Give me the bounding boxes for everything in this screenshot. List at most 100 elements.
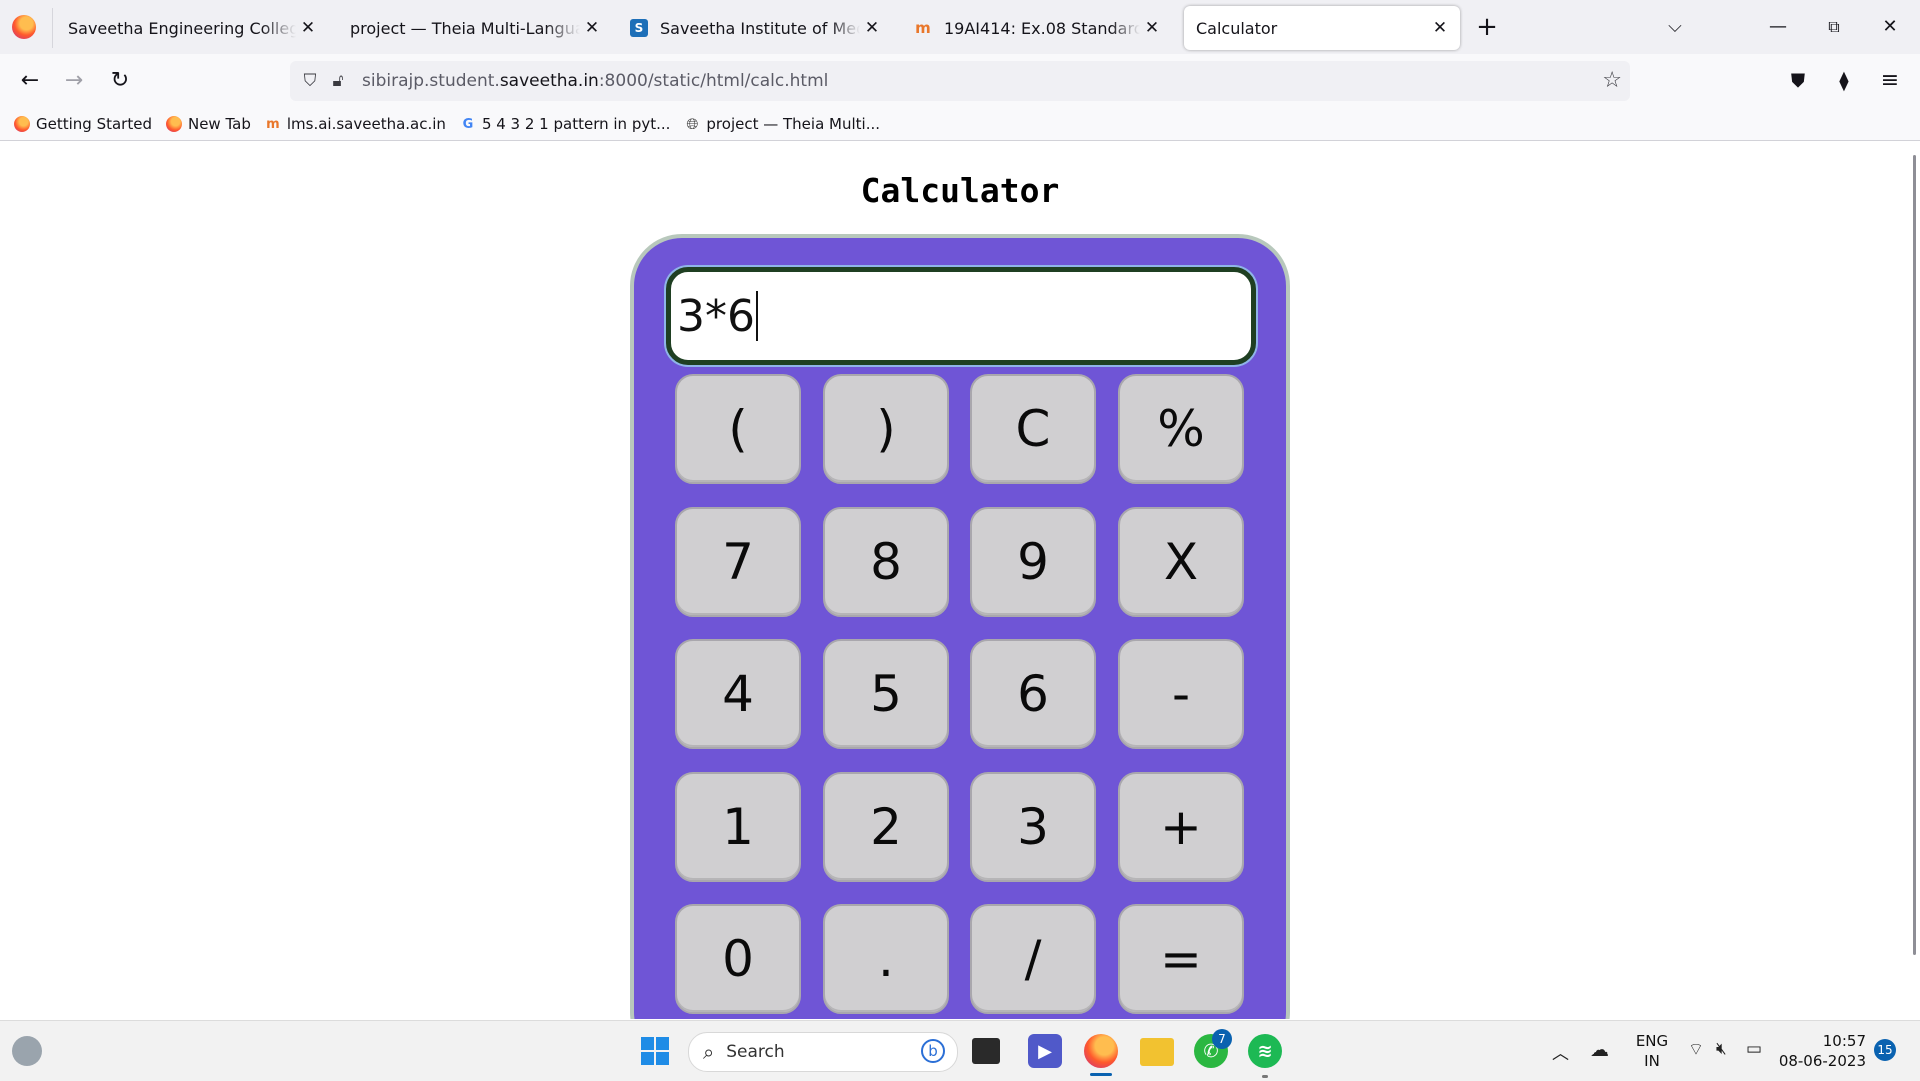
key-close-paren-button[interactable]: ) <box>823 374 949 484</box>
bookmark-label: Getting Started <box>36 115 152 133</box>
url-suffix: :8000/static/html/calc.html <box>598 71 829 91</box>
key-digit-0-button[interactable]: 0 <box>675 904 801 1014</box>
tab-title: Calculator <box>1196 18 1278 38</box>
spotify-icon[interactable]: ≋ <box>1248 1034 1282 1068</box>
key-open-paren-button[interactable]: ( <box>675 374 801 484</box>
page-content: Calculator 3*6 () C% 7 8 9 X 4 5 6- 1 2 3 +0. / = <box>0 141 1920 1019</box>
language-indicator[interactable]: ENG IN <box>1630 1031 1674 1071</box>
key-decimal-button[interactable]: . <box>823 904 949 1014</box>
key-multiply-button[interactable]: X <box>1118 507 1244 617</box>
tab-ex08-calculator[interactable]: m 19AI414: Ex.08 Standard Calcula ✕ <box>898 6 1170 50</box>
tab-calculator-active[interactable]: Calculator ✕ <box>1184 6 1460 50</box>
back-arrow-icon[interactable]: ← <box>14 65 46 97</box>
firefox-taskbar-icon[interactable] <box>1084 1034 1118 1068</box>
bookmark-label: 5 4 3 2 1 pattern in pyt... <box>481 115 671 133</box>
url-prefix: sibirajp.student. <box>362 71 500 91</box>
tab-saveetha-medical[interactable]: S Saveetha Institute of Medical A ✕ <box>618 6 890 50</box>
key-clear-button[interactable]: C <box>970 374 1096 484</box>
close-icon[interactable]: ✕ <box>1140 16 1164 40</box>
close-icon[interactable]: ✕ <box>580 16 604 40</box>
close-icon[interactable]: ✕ <box>1428 16 1452 40</box>
navigation-toolbar: ← → ↻ ⛉ 🔓︎ sibirajp.student.saveetha.in:… <box>0 54 1920 108</box>
scrollbar[interactable] <box>1913 155 1916 955</box>
key-percent-button[interactable]: % <box>1118 374 1244 484</box>
taskbar-search-box[interactable]: ⌕ Search b <box>688 1032 958 1072</box>
tab-title: Saveetha Institute of Medical A <box>660 18 860 38</box>
page-title: Calculator <box>860 171 1060 210</box>
key-digit-9-button[interactable]: 9 <box>970 507 1096 617</box>
weather-widget-icon[interactable] <box>12 1036 42 1066</box>
window-close-icon[interactable]: ✕ <box>1870 10 1910 44</box>
pocket-icon[interactable]: ⛊ <box>1782 65 1814 97</box>
hamburger-menu-icon[interactable]: ≡ <box>1874 65 1906 97</box>
moodle-icon: m <box>266 116 280 132</box>
battery-icon[interactable]: ▭ <box>1746 1039 1762 1059</box>
url-host: saveetha.in <box>499 71 599 91</box>
bookmark-star-icon[interactable]: ☆ <box>1602 69 1622 93</box>
bookmark-label: New Tab <box>187 115 251 133</box>
firefox-menu-icon[interactable] <box>12 15 36 39</box>
key-digit-7-button[interactable]: 7 <box>675 507 801 617</box>
volume-muted-icon[interactable]: 🔇︎ <box>1716 1039 1727 1059</box>
file-explorer-icon[interactable] <box>1140 1038 1174 1066</box>
bookmark-google-pattern[interactable]: G 5 4 3 2 1 pattern in pyt... <box>460 115 671 133</box>
close-icon[interactable]: ✕ <box>860 16 884 40</box>
clock-date: 08-06-2023 <box>1778 1052 1866 1070</box>
system-clock[interactable]: 10:57 08-06-2023 <box>1774 1031 1866 1071</box>
key-digit-5-button[interactable]: 5 <box>823 639 949 749</box>
key-digit-8-button[interactable]: 8 <box>823 507 949 617</box>
tab-saveetha-engineering[interactable]: Saveetha Engineering College ✕ <box>54 6 326 50</box>
search-label: Search <box>726 1042 785 1062</box>
task-view-icon[interactable] <box>972 1038 1000 1064</box>
google-icon: G <box>462 116 474 132</box>
tab-separator <box>52 8 53 48</box>
search-icon: ⌕ <box>703 1040 715 1064</box>
reload-icon[interactable]: ↻ <box>104 65 136 97</box>
bookmark-label: project — Theia Multi... <box>706 115 880 133</box>
key-divide-button[interactable]: / <box>970 904 1096 1014</box>
notification-badge[interactable]: 15 <box>1874 1039 1896 1061</box>
restore-icon[interactable]: ⧉ <box>1814 10 1854 44</box>
key-digit-1-button[interactable]: 1 <box>675 772 801 882</box>
teams-chat-icon[interactable]: ▶ <box>1028 1034 1062 1068</box>
key-digit-4-button[interactable]: 4 <box>675 639 801 749</box>
key-digit-3-button[interactable]: 3 <box>970 772 1096 882</box>
minimize-icon[interactable]: — <box>1758 10 1798 44</box>
wifi-icon[interactable]: ⌔ <box>1688 1039 1704 1060</box>
chevron-down-icon[interactable]: ⌵ <box>1660 12 1690 42</box>
url-text[interactable]: sibirajp.student.saveetha.in:8000/static… <box>362 71 828 91</box>
key-digit-6-button[interactable]: 6 <box>970 639 1096 749</box>
new-tab-plus-icon[interactable]: + <box>1472 13 1502 43</box>
bing-icon: b <box>921 1039 945 1063</box>
bookmark-getting-started[interactable]: Getting Started <box>14 115 152 133</box>
key-plus-button[interactable]: + <box>1118 772 1244 882</box>
shield-icon[interactable]: ⛉ <box>298 69 322 93</box>
region-code: IN <box>1644 1052 1660 1070</box>
moodle-icon: m <box>915 19 931 37</box>
extensions-icon[interactable]: ⧫ <box>1828 65 1860 97</box>
whatsapp-badge: 7 <box>1212 1029 1232 1049</box>
tab-title: 19AI414: Ex.08 Standard Calcula <box>944 18 1140 38</box>
insecure-lock-icon[interactable]: 🔓︎ <box>326 69 350 93</box>
key-digit-2-button[interactable]: 2 <box>823 772 949 882</box>
firefox-icon <box>14 116 30 132</box>
bookmark-new-tab[interactable]: New Tab <box>165 115 251 133</box>
close-icon[interactable]: ✕ <box>296 16 320 40</box>
bookmark-theia-project[interactable]: 🌐︎ project — Theia Multi... <box>684 115 880 133</box>
bookmark-lms[interactable]: m lms.ai.saveetha.ac.in <box>265 115 446 133</box>
key-minus-button[interactable]: - <box>1118 639 1244 749</box>
bookmark-label: lms.ai.saveetha.ac.in <box>286 115 446 133</box>
calculator-display[interactable]: 3*6 <box>666 267 1256 365</box>
onedrive-cloud-icon[interactable]: ☁ <box>1590 1039 1609 1061</box>
key-equals-button[interactable]: = <box>1118 904 1244 1014</box>
tab-title: project — Theia Multi-Language Ex <box>350 18 580 38</box>
tab-title: Saveetha Engineering College <box>68 18 296 38</box>
windows-start-icon[interactable] <box>638 1034 672 1068</box>
running-app-indicator <box>1262 1075 1268 1078</box>
tab-theia-project[interactable]: project — Theia Multi-Language Ex ✕ <box>334 6 610 50</box>
clock-time: 10:57 <box>1822 1032 1866 1050</box>
forward-arrow-icon[interactable]: → <box>58 65 90 97</box>
address-bar[interactable]: ⛉ 🔓︎ sibirajp.student.saveetha.in:8000/s… <box>290 61 1630 101</box>
firefox-icon <box>165 116 182 132</box>
chevron-up-icon[interactable]: ︿ <box>1552 1039 1569 1064</box>
